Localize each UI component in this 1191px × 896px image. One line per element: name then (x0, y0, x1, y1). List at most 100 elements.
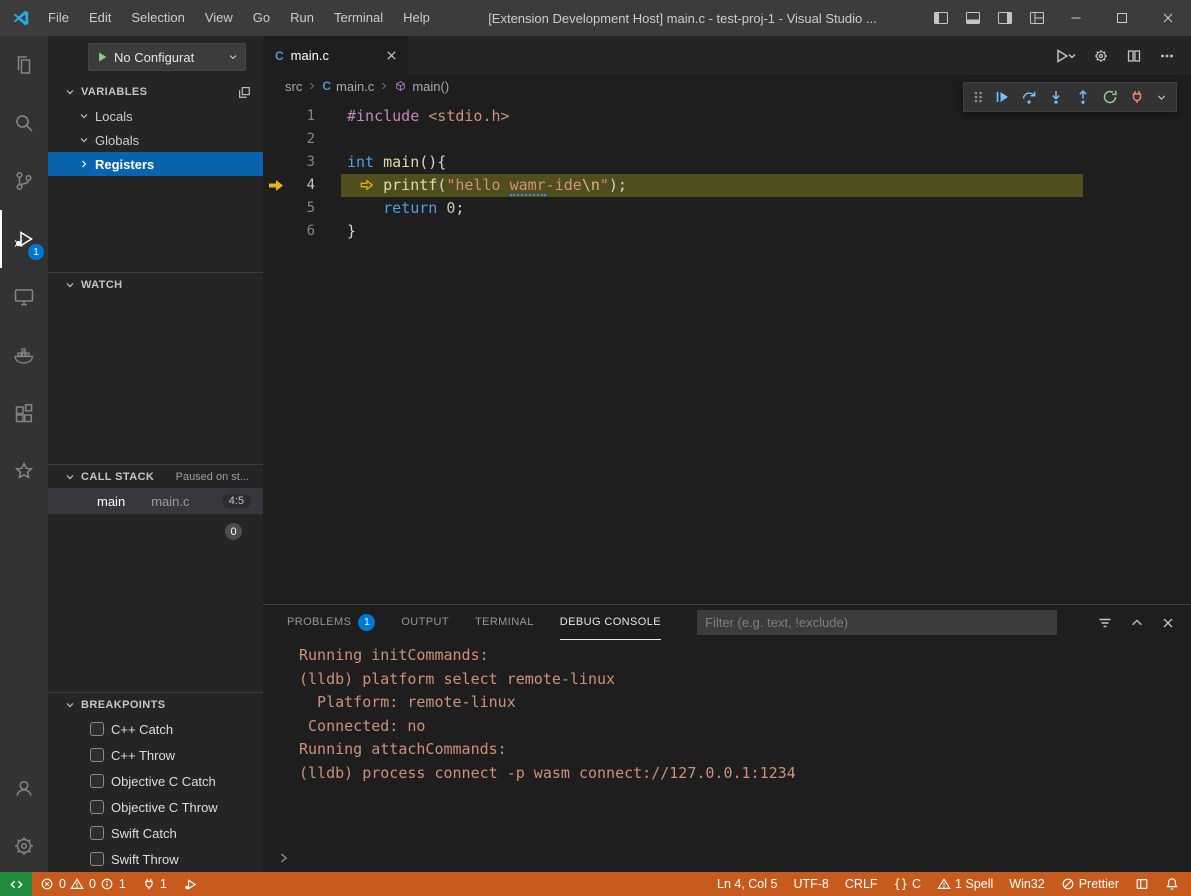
section-watch[interactable]: WATCH (48, 272, 263, 296)
breakpoint-cpp-throw[interactable]: C++ Throw (48, 742, 263, 768)
maximize-panel-icon[interactable] (1130, 616, 1144, 630)
activity-extensions[interactable] (0, 384, 48, 442)
breadcrumb-folder[interactable]: src (285, 79, 302, 94)
menu-run[interactable]: Run (280, 0, 324, 36)
notifications[interactable] (1157, 872, 1191, 896)
activity-docker[interactable] (0, 326, 48, 384)
breakpoint-gutter[interactable] (263, 105, 287, 128)
language-mode[interactable]: {} C (886, 872, 929, 896)
code-text: #include <stdio.h> (347, 105, 510, 128)
breakpoint-objc-catch[interactable]: Objective C Catch (48, 768, 263, 794)
debug-config-dropdown[interactable]: No Configurat (88, 43, 246, 71)
step-over-button[interactable] (1021, 89, 1037, 105)
code-editor[interactable]: 1 #include <stdio.h> 2 3 int main(){ (263, 97, 1191, 604)
maximize-button[interactable] (1099, 0, 1145, 36)
breakpoint-gutter[interactable] (263, 128, 287, 151)
activity-remote-explorer[interactable] (0, 268, 48, 326)
formatter-status[interactable]: Prettier (1053, 872, 1127, 896)
chevron-down-icon[interactable] (1156, 92, 1167, 103)
breakpoint-gutter[interactable] (263, 197, 287, 220)
menu-file[interactable]: File (38, 0, 79, 36)
checkbox[interactable] (90, 826, 104, 840)
chevron-down-icon (64, 86, 76, 98)
menu-go[interactable]: Go (243, 0, 280, 36)
restart-button[interactable] (1102, 89, 1118, 105)
menu-terminal[interactable]: Terminal (324, 0, 393, 36)
step-out-button[interactable] (1075, 89, 1091, 105)
breadcrumb-symbol[interactable]: main() (412, 79, 449, 94)
breakpoint-swift-throw[interactable]: Swift Throw (48, 846, 263, 872)
stack-frame-row[interactable]: main main.c 4:5 (48, 488, 263, 514)
section-variables[interactable]: VARIABLES (48, 80, 263, 104)
breakpoint-cpp-catch[interactable]: C++ Catch (48, 716, 263, 742)
platform-indicator[interactable]: Win32 (1001, 872, 1052, 896)
menu-selection[interactable]: Selection (121, 0, 194, 36)
console-filter-input[interactable] (697, 610, 1057, 635)
filter-icon[interactable] (1097, 615, 1113, 631)
close-panel-icon[interactable] (1161, 616, 1175, 630)
breakpoint-swift-catch[interactable]: Swift Catch (48, 820, 263, 846)
eol-indicator[interactable]: CRLF (837, 872, 886, 896)
checkbox[interactable] (90, 774, 104, 788)
ports-count: 1 (160, 877, 167, 891)
menu-edit[interactable]: Edit (79, 0, 121, 36)
tab-debug-console[interactable]: DEBUG CONSOLE (560, 606, 661, 640)
breakpoint-objc-throw[interactable]: Objective C Throw (48, 794, 263, 820)
debug-console-input[interactable] (263, 844, 1191, 872)
breakpoint-gutter[interactable] (263, 220, 287, 243)
tab-main-c[interactable]: C main.c (263, 36, 408, 75)
toggle-secondary-sidebar-icon[interactable] (989, 0, 1021, 36)
layout-indicator[interactable] (1127, 872, 1157, 896)
activity-settings[interactable] (0, 820, 48, 872)
variables-registers[interactable]: Registers (48, 152, 263, 176)
checkbox[interactable] (90, 722, 104, 736)
split-editor-icon[interactable] (1126, 48, 1142, 64)
close-button[interactable] (1145, 0, 1191, 36)
drag-grip-icon[interactable] (973, 89, 983, 105)
settings-gear-icon[interactable] (1093, 48, 1109, 64)
toggle-sidebar-icon[interactable] (925, 0, 957, 36)
continue-button[interactable] (994, 89, 1010, 105)
breakpoint-gutter[interactable] (263, 151, 287, 174)
start-debug-icon[interactable] (95, 50, 108, 64)
spell-checker-status[interactable]: 1 Spell (929, 872, 1001, 896)
menu-view[interactable]: View (195, 0, 243, 36)
activity-run-debug[interactable]: 1 (0, 210, 48, 268)
step-into-button[interactable] (1048, 89, 1064, 105)
toggle-panel-icon[interactable] (957, 0, 989, 36)
remote-indicator[interactable] (0, 872, 32, 896)
activity-favorites[interactable] (0, 442, 48, 500)
breadcrumb-file[interactable]: main.c (336, 79, 374, 94)
console-line: Running attachCommands: (299, 738, 1191, 762)
warning-icon (937, 877, 951, 891)
more-actions-icon[interactable] (1159, 48, 1175, 64)
activity-source-control[interactable] (0, 152, 48, 210)
ports-status[interactable]: 1 (134, 872, 175, 896)
debug-shortcut[interactable] (175, 872, 206, 896)
breakpoint-gutter[interactable] (263, 174, 287, 197)
execution-pointer-icon (268, 179, 284, 192)
activity-explorer[interactable] (0, 36, 48, 94)
run-or-debug-icon[interactable] (1054, 48, 1076, 64)
tab-problems[interactable]: PROBLEMS 1 (287, 606, 375, 640)
activity-search[interactable] (0, 94, 48, 152)
encoding-indicator[interactable]: UTF-8 (785, 872, 836, 896)
minimize-button[interactable] (1053, 0, 1099, 36)
section-call-stack[interactable]: CALL STACK Paused on st... (48, 464, 263, 488)
problems-status[interactable]: 0 0 1 (32, 872, 134, 896)
activity-accounts[interactable] (0, 762, 48, 814)
menu-help[interactable]: Help (393, 0, 440, 36)
close-tab-icon[interactable] (385, 49, 398, 62)
customize-layout-icon[interactable] (1021, 0, 1053, 36)
checkbox[interactable] (90, 748, 104, 762)
section-breakpoints[interactable]: BREAKPOINTS (48, 692, 263, 716)
disconnect-button[interactable] (1129, 89, 1145, 105)
variables-globals[interactable]: Globals (48, 128, 263, 152)
checkbox[interactable] (90, 852, 104, 866)
tab-output[interactable]: OUTPUT (401, 606, 449, 640)
cursor-position[interactable]: Ln 4, Col 5 (709, 872, 785, 896)
collapse-all-icon[interactable] (237, 85, 251, 99)
tab-terminal[interactable]: TERMINAL (475, 606, 534, 640)
variables-locals[interactable]: Locals (48, 104, 263, 128)
checkbox[interactable] (90, 800, 104, 814)
